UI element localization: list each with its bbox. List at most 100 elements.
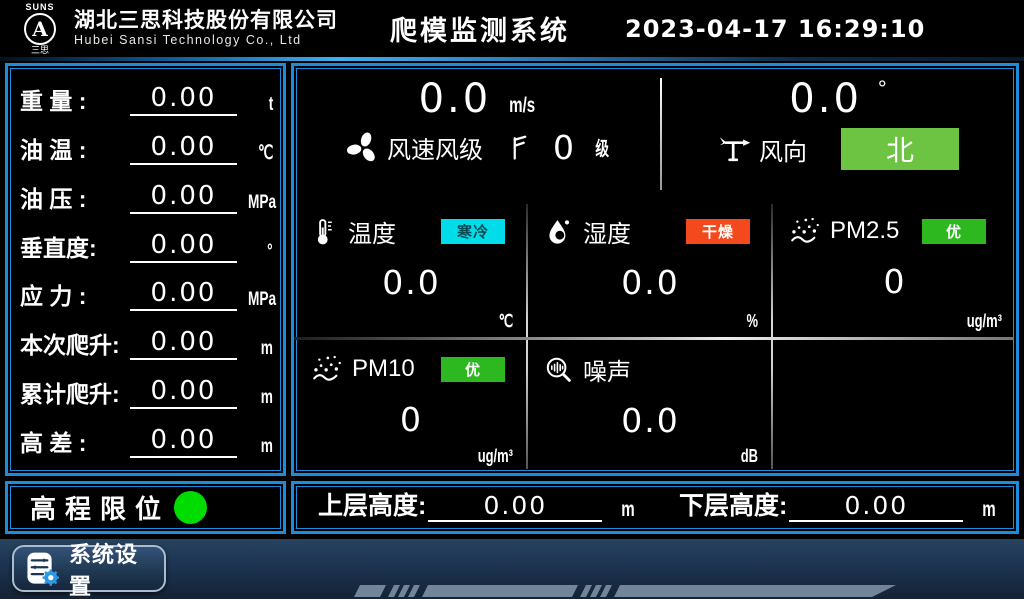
- status-badge: 干燥: [686, 219, 750, 244]
- env-unit: ug/m³: [967, 311, 1002, 332]
- logo-top-text: SUNS: [12, 3, 68, 12]
- env-value: 0: [788, 262, 1002, 301]
- status-badge: 优: [922, 219, 986, 244]
- metric-unit: m: [261, 436, 273, 458]
- env-unit: ug/m³: [478, 446, 513, 467]
- metric-unit: MPa: [248, 289, 276, 311]
- wind-speed-label: 风速风级: [387, 130, 483, 165]
- metric-label: 应 力 :: [20, 277, 130, 311]
- footer-bar: 系统设置: [0, 539, 1024, 599]
- metric-value: 0.00: [130, 376, 237, 409]
- status-badge: 寒冷: [441, 219, 505, 244]
- company-name-cn: 湖北三思科技股份有限公司: [74, 9, 338, 33]
- wind-speed-value: 0.0: [419, 76, 492, 122]
- settings-button[interactable]: 系统设置: [12, 545, 166, 592]
- dust-icon: [310, 352, 344, 386]
- fan-icon: [345, 130, 381, 166]
- company-block: 湖北三思科技股份有限公司 Hubei Sansi Technology Co.,…: [74, 9, 338, 48]
- elevation-limit-indicator: [174, 491, 207, 524]
- wind-section: 0.0 m/s 风速风级: [294, 66, 1016, 200]
- metric-label: 垂直度:: [20, 229, 130, 263]
- status-badge: 优: [441, 357, 505, 382]
- metric-row-total-climb: 累计爬升: 0.00 m: [20, 367, 273, 416]
- heights-box: 上层高度: 0.00 m 下层高度: 0.00 m: [291, 481, 1019, 534]
- header-accent-line: [0, 57, 1024, 61]
- upper-height-label: 上层高度:: [318, 486, 426, 522]
- elevation-limit-box: 高程限位: [5, 481, 286, 534]
- sliders-gear-icon: [24, 550, 62, 588]
- metric-value: 0.00: [130, 181, 237, 214]
- env-cell-pm25: PM2.5 优 0 ug/m³: [772, 200, 1016, 338]
- logo-circle-icon: A: [24, 13, 56, 45]
- lower-height-group: 下层高度: 0.00 m: [655, 486, 1016, 530]
- env-label: 湿度: [583, 214, 631, 249]
- env-unit: ℃: [498, 311, 513, 332]
- metric-value: 0.00: [130, 278, 237, 311]
- thermometer-icon: [310, 217, 340, 247]
- metrics-panel: 重 量 : 0.00 t 油 温 : 0.00 ℃ 油 压 : 0.00 MPa…: [5, 63, 286, 476]
- wind-direction-section: 0.0 ° 风向 北: [660, 66, 1016, 200]
- env-value: 0.0: [543, 263, 758, 302]
- droplet-icon: [543, 216, 575, 248]
- grid-divider-horizontal: [294, 337, 1013, 340]
- env-label: PM10: [352, 355, 415, 383]
- env-label: 温度: [348, 214, 396, 249]
- metric-value: 0.00: [130, 425, 237, 458]
- lower-height-unit: m: [983, 498, 996, 522]
- company-name-en: Hubei Sansi Technology Co., Ltd: [74, 33, 338, 47]
- settings-button-label: 系统设置: [69, 537, 154, 599]
- metric-value: 0.00: [130, 132, 237, 165]
- env-unit: %: [746, 311, 758, 332]
- wind-direction-label: 风向: [759, 132, 807, 167]
- metric-unit: MPa: [248, 192, 276, 214]
- wind-direction-badge: 北: [841, 128, 959, 170]
- metric-row-weight: 重 量 : 0.00 t: [20, 74, 273, 123]
- metric-row-height-diff: 高 差 : 0.00 m: [20, 416, 273, 465]
- metric-unit: m: [261, 338, 273, 360]
- metric-row-current-climb: 本次爬升: 0.00 m: [20, 318, 273, 367]
- upper-height-value: 0.00: [428, 491, 602, 522]
- upper-height-unit: m: [622, 498, 635, 522]
- wind-level-unit: 级: [595, 134, 609, 161]
- metric-label: 油 压 :: [20, 180, 130, 214]
- metric-unit: °: [268, 241, 273, 263]
- environment-grid: 温度 寒冷 0.0 ℃ 湿度 干燥: [294, 200, 1016, 473]
- env-label: 噪声: [583, 352, 631, 387]
- metric-row-verticality: 垂直度: 0.00 °: [20, 221, 273, 270]
- metric-label: 本次爬升:: [20, 326, 130, 360]
- header: SUNS A 三思 湖北三思科技股份有限公司 Hubei Sansi Techn…: [0, 0, 1024, 57]
- wind-level-value: 0: [553, 128, 574, 167]
- lower-height-value: 0.00: [789, 491, 963, 522]
- env-label: PM2.5: [830, 217, 899, 245]
- env-value: 0.0: [543, 401, 758, 440]
- metric-row-oil-temp: 油 温 : 0.00 ℃: [20, 123, 273, 172]
- env-cell-humidity: 湿度 干燥 0.0 %: [527, 200, 772, 338]
- noise-icon: [543, 354, 575, 386]
- env-cell-pm10: PM10 优 0 ug/m³: [294, 338, 527, 473]
- elevation-limit-label: 高程限位: [30, 489, 170, 526]
- wind-section-divider: [660, 78, 662, 190]
- env-cell-temperature: 温度 寒冷 0.0 ℃: [294, 200, 527, 338]
- metric-unit: m: [261, 387, 273, 409]
- env-value: 0.0: [310, 263, 513, 302]
- env-value: 0: [310, 400, 513, 439]
- environment-panel: 0.0 m/s 风速风级: [291, 63, 1019, 476]
- metric-unit: t: [268, 94, 273, 116]
- metric-label: 油 温 :: [20, 131, 130, 165]
- wind-direction-value: 0.0: [789, 76, 862, 122]
- metric-value: 0.00: [130, 230, 237, 263]
- wind-level-icon: [505, 133, 535, 163]
- wind-vane-icon: [717, 131, 753, 167]
- screen: SUNS A 三思 湖北三思科技股份有限公司 Hubei Sansi Techn…: [0, 0, 1024, 599]
- metric-unit: ℃: [258, 142, 273, 165]
- metric-row-stress: 应 力 : 0.00 MPa: [20, 270, 273, 319]
- metric-label: 高 差 :: [20, 424, 130, 458]
- page-title: 爬模监测系统: [390, 9, 570, 48]
- metric-row-oil-pressure: 油 压 : 0.00 MPa: [20, 172, 273, 221]
- metric-value: 0.00: [130, 83, 237, 116]
- metric-value: 0.00: [130, 327, 237, 360]
- suns-logo: SUNS A 三思: [12, 3, 68, 55]
- wind-speed-unit: m/s: [509, 94, 535, 118]
- wind-speed-section: 0.0 m/s 风速风级: [294, 66, 660, 200]
- env-unit: dB: [741, 446, 758, 467]
